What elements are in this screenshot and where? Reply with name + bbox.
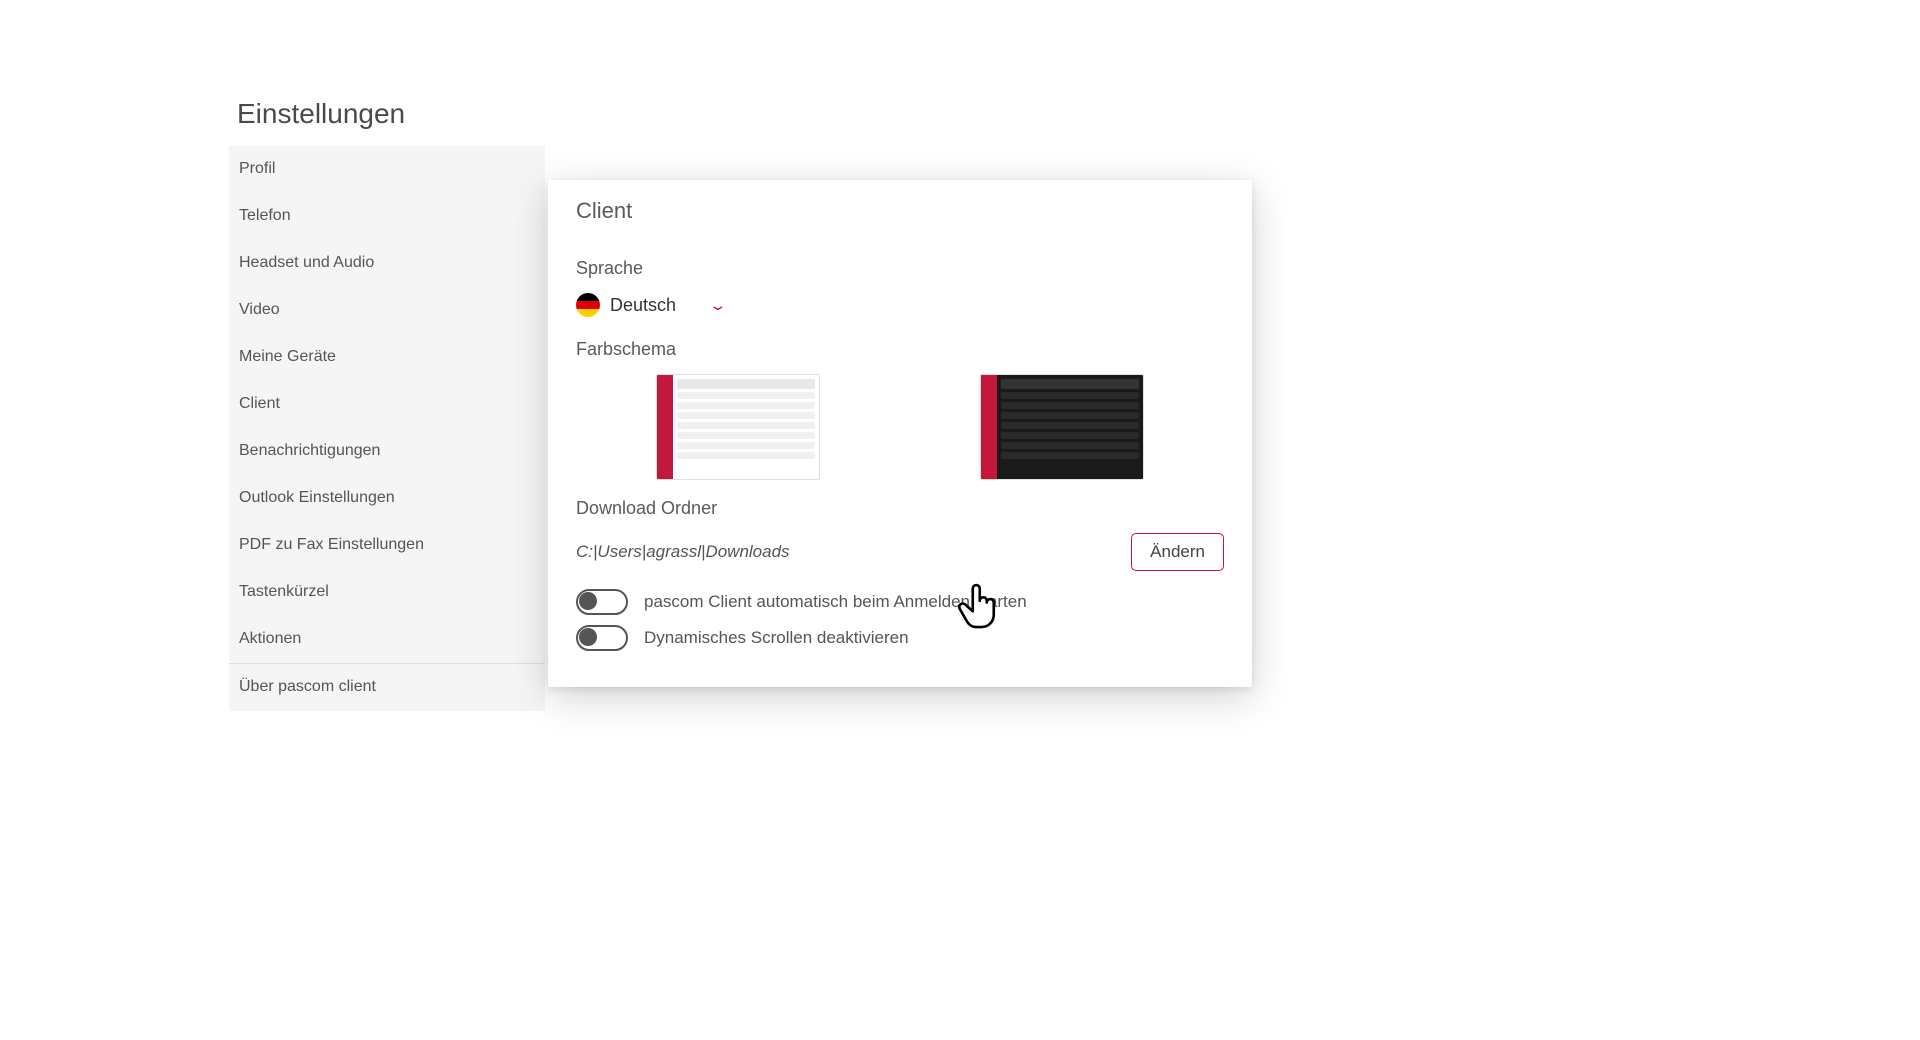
sidebar-item-pdf-fax[interactable]: PDF zu Fax Einstellungen bbox=[229, 522, 545, 569]
change-folder-button[interactable]: Ändern bbox=[1131, 533, 1224, 571]
sidebar-item-outlook[interactable]: Outlook Einstellungen bbox=[229, 475, 545, 522]
toggle-disable-scroll-label: Dynamisches Scrollen deaktivieren bbox=[644, 628, 909, 648]
toggle-autostart[interactable] bbox=[576, 589, 628, 615]
language-selected: Deutsch bbox=[610, 295, 676, 316]
page-title: Einstellungen bbox=[237, 98, 405, 130]
chevron-down-icon: ⌄ bbox=[709, 297, 728, 314]
toggle-autostart-label: pascom Client automatisch beim Anmelden … bbox=[644, 592, 1027, 612]
download-folder-path: C:|Users|agrassl|Downloads bbox=[576, 542, 790, 562]
toggle-disable-scroll[interactable] bbox=[576, 625, 628, 651]
download-folder-label: Download Ordner bbox=[576, 498, 1224, 519]
sidebar-item-ueber[interactable]: Über pascom client bbox=[229, 663, 545, 711]
language-selector[interactable]: Deutsch ⌄ bbox=[576, 293, 724, 317]
sidebar-item-tastenkuerzel[interactable]: Tastenkürzel bbox=[229, 569, 545, 616]
flag-germany-icon bbox=[576, 293, 600, 317]
sidebar-item-headset-audio[interactable]: Headset und Audio bbox=[229, 240, 545, 287]
sidebar-item-video[interactable]: Video bbox=[229, 287, 545, 334]
language-label: Sprache bbox=[576, 258, 1224, 279]
colorscheme-options bbox=[576, 374, 1224, 480]
theme-light-option[interactable] bbox=[656, 374, 820, 480]
sidebar-item-client[interactable]: Client bbox=[229, 381, 545, 428]
sidebar-item-aktionen[interactable]: Aktionen bbox=[229, 616, 545, 663]
theme-dark-option[interactable] bbox=[980, 374, 1144, 480]
sidebar-item-benachrichtigungen[interactable]: Benachrichtigungen bbox=[229, 428, 545, 475]
sidebar-item-meine-geraete[interactable]: Meine Geräte bbox=[229, 334, 545, 381]
settings-sidebar: Profil Telefon Headset und Audio Video M… bbox=[229, 146, 545, 711]
card-title: Client bbox=[576, 198, 1224, 224]
sidebar-item-profil[interactable]: Profil bbox=[229, 146, 545, 193]
client-settings-card: Client Sprache Deutsch ⌄ Farbschema bbox=[548, 180, 1252, 687]
colorscheme-label: Farbschema bbox=[576, 339, 1224, 360]
sidebar-item-telefon[interactable]: Telefon bbox=[229, 193, 545, 240]
